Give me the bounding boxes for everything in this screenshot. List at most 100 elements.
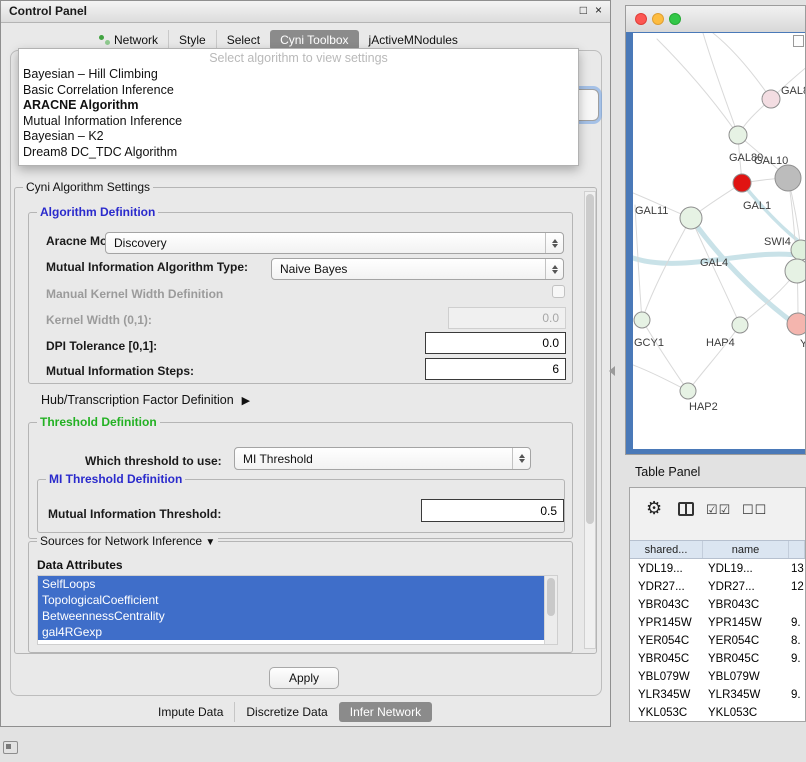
tab-discretize-data[interactable]: Discretize Data [234,702,338,722]
hub-definition-label: Hub/Transcription Factor Definition [41,393,234,407]
attribute-item-betweennesscentrality[interactable]: BetweennessCentrality [38,608,544,624]
table-cell: YPR145W [630,614,703,632]
table-header-row: shared...name [630,540,805,559]
network-node[interactable] [634,312,650,328]
which-threshold-label: Which threshold to use: [85,454,222,468]
algorithm-option-bayesian-hill-climbing[interactable]: Bayesian – Hill Climbing [19,67,578,83]
tab-infer-network[interactable]: Infer Network [339,702,432,722]
node-label: SWI4 [764,236,791,248]
network-canvas[interactable]: GAL8GAL80GAL10GAL11GAL1SWI4GAL4GCY1HAP4H… [633,33,805,449]
expanded-arrow-icon[interactable]: ▼ [205,537,215,548]
algorithm-option-mutual-information-inference[interactable]: Mutual Information Inference [19,114,578,130]
tab-style[interactable]: Style [168,30,216,50]
zoom-traffic-light-icon[interactable] [669,13,681,25]
scrollbar-corner [793,35,804,47]
table-cell: YPR145W [703,614,789,632]
table-row[interactable]: YER054CYER054C8. [630,632,805,650]
table-row[interactable]: YBR043CYBR043C [630,596,805,614]
data-attributes-list[interactable]: SelfLoopsTopologicalCoefficientBetweenne… [37,575,558,645]
threshold-definition-title: Threshold Definition [37,415,160,429]
table-row[interactable]: YBR045CYBR045C9. [630,650,805,668]
close-icon[interactable]: × [595,3,602,17]
table-cell: YLR345W [703,686,789,704]
kernel-width-input[interactable] [448,307,566,329]
checked-boxes-icon[interactable]: ☑☑ [706,502,731,518]
tab-cyni-toolbox[interactable]: Cyni Toolbox [270,30,358,50]
table-cell: YDL19... [703,560,789,578]
table-cell: YLR345W [630,686,703,704]
table-row[interactable]: YKL053CYKL053C [630,704,805,721]
mi-threshold-input[interactable] [421,499,564,522]
network-node[interactable] [762,90,780,108]
gear-icon[interactable]: ⚙ [646,498,662,519]
table-cell: 8. [789,632,805,650]
table-row[interactable]: YDL19...YDL19...13 [630,560,805,578]
restore-panel-icon[interactable] [3,741,18,754]
table-row[interactable]: YDR27...YDR27...12 [630,578,805,596]
unchecked-boxes-icon[interactable]: ☐☐ [742,502,767,518]
tab-jactivemnodules[interactable]: jActiveMNodules [359,30,468,50]
which-threshold-select[interactable]: MI Threshold [234,447,531,470]
list-scrollbar[interactable] [544,576,557,644]
network-node[interactable] [680,383,696,399]
network-edge [642,320,688,391]
network-node[interactable] [680,207,702,229]
table-cell: YKL053C [630,704,703,721]
attribute-item-selfloops[interactable]: SelfLoops [38,576,544,592]
tab-impute-data[interactable]: Impute Data [147,702,234,722]
table-cell: YBR043C [630,596,703,614]
manual-kernel-checkbox[interactable] [552,285,565,298]
tab-label: Network [114,33,158,47]
node-label: GCY1 [634,337,664,349]
float-window-icon[interactable]: □ [580,3,587,17]
columns-icon[interactable] [678,502,694,516]
network-node[interactable] [787,313,805,335]
mi-type-select[interactable]: Naive Bayes [271,258,564,280]
combo-arrows-icon [545,259,563,279]
table-cell: 9. [789,650,805,668]
close-traffic-light-icon[interactable] [635,13,647,25]
table-cell: YER054C [630,632,703,650]
algorithm-option-aracne-algorithm[interactable]: ARACNE Algorithm [19,98,578,114]
network-edge [703,33,738,135]
desktop: Control Panel □ × NetworkStyleSelectCyni… [0,0,806,762]
control-panel-titlebar: Control Panel □ × [1,1,610,23]
cyni-settings-title: Cyni Algorithm Settings [23,180,153,194]
minimize-traffic-light-icon[interactable] [652,13,664,25]
table-cell: YKL053C [703,704,789,721]
splitter-handle[interactable] [609,366,615,376]
column-header-shared[interactable]: shared... [630,541,703,558]
network-node[interactable] [775,165,801,191]
table-row[interactable]: YBL079WYBL079W [630,668,805,686]
table-body: YDL19...YDL19...13YDR27...YDR27...12YBR0… [630,560,805,721]
network-node[interactable] [729,126,747,144]
column-header-blank[interactable] [789,541,805,558]
algorithm-option-dream8-dc-tdc-algorithm[interactable]: Dream8 DC_TDC Algorithm [19,145,578,161]
aracne-mode-select[interactable]: Discovery [105,232,564,254]
mi-steps-input[interactable] [425,358,566,380]
table-cell: YER054C [703,632,789,650]
dpi-tolerance-input[interactable] [425,332,566,354]
network-node[interactable] [733,174,751,192]
table-row[interactable]: YLR345WYLR345W9. [630,686,805,704]
network-node[interactable] [732,317,748,333]
mi-type-value: Naive Bayes [272,262,545,276]
apply-button[interactable]: Apply [269,667,339,689]
tab-network[interactable]: Network [89,30,168,50]
algorithm-option-bayesian-k2[interactable]: Bayesian – K2 [19,129,578,145]
table-cell: YDR27... [703,578,789,596]
hub-definition-toggle[interactable]: Hub/Transcription Factor Definition ▶ [41,393,250,407]
list-scrollbar-thumb[interactable] [547,578,555,616]
settings-scrollbar-thumb[interactable] [586,194,594,524]
table-row[interactable]: YPR145WYPR145W9. [630,614,805,632]
attribute-item-topologicalcoefficient[interactable]: TopologicalCoefficient [38,592,544,608]
settings-scrollbar[interactable] [584,191,596,649]
mi-type-label: Mutual Information Algorithm Type: [46,260,248,274]
tab-select[interactable]: Select [216,30,270,50]
table-cell: YBR043C [703,596,789,614]
attribute-item-gal4rgexp[interactable]: gal4RGexp [38,624,544,640]
network-node[interactable] [785,259,805,283]
network-edge [657,39,738,135]
algorithm-option-basic-correlation-inference[interactable]: Basic Correlation Inference [19,83,578,99]
column-header-name[interactable]: name [703,541,789,558]
